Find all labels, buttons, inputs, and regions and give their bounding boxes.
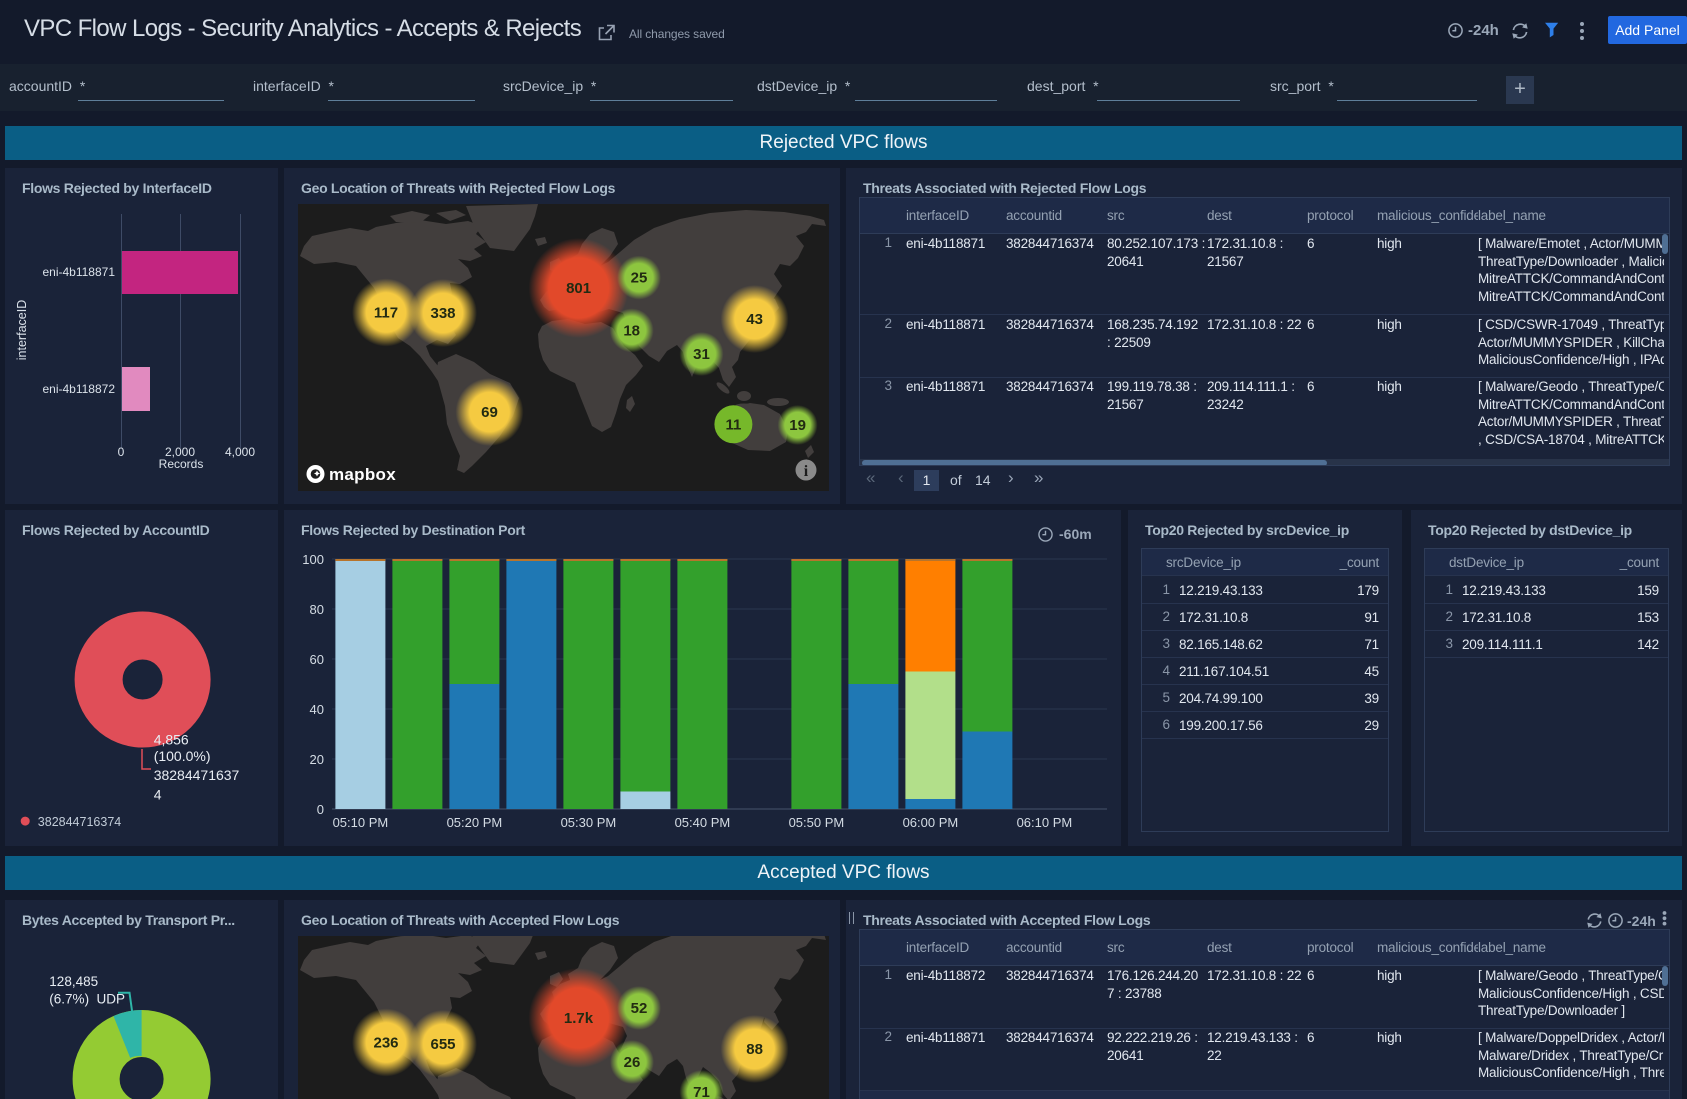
svg-text:71: 71: [693, 1084, 710, 1099]
svg-text:128,485: 128,485: [49, 974, 98, 989]
svg-text:06:00 PM: 06:00 PM: [903, 815, 959, 830]
svg-text:25: 25: [631, 270, 648, 287]
svg-text:05:20 PM: 05:20 PM: [447, 815, 503, 830]
svg-text:11: 11: [725, 416, 741, 433]
svg-text:80: 80: [310, 602, 324, 617]
svg-text:100: 100: [302, 552, 324, 567]
svg-text:4: 4: [154, 786, 162, 802]
svg-text:05:40 PM: 05:40 PM: [675, 815, 731, 830]
svg-text:eni-4b118871: eni-4b118871: [42, 265, 115, 279]
svg-text:(6.7%) UDP: (6.7%) UDP: [49, 992, 125, 1007]
svg-text:05:50 PM: 05:50 PM: [789, 815, 845, 830]
svg-text:1.7k: 1.7k: [564, 1010, 594, 1027]
svg-text:4,856: 4,856: [154, 732, 189, 748]
svg-text:655: 655: [430, 1036, 455, 1053]
svg-text:(100.0%): (100.0%): [154, 748, 211, 764]
svg-text:117: 117: [374, 305, 398, 322]
svg-text:88: 88: [746, 1041, 763, 1058]
svg-text:mapbox: mapbox: [329, 465, 396, 484]
svg-text:382844716374: 382844716374: [38, 815, 121, 829]
svg-text:60: 60: [310, 652, 324, 667]
svg-text:31: 31: [693, 346, 710, 363]
svg-text:eni-4b118872: eni-4b118872: [42, 382, 115, 396]
svg-text:338: 338: [430, 305, 455, 322]
svg-text:4,000: 4,000: [225, 445, 255, 459]
svg-text:0: 0: [317, 802, 324, 817]
svg-text:801: 801: [566, 280, 591, 297]
svg-text:40: 40: [310, 702, 324, 717]
svg-text:52: 52: [631, 1000, 648, 1017]
svg-text:26: 26: [624, 1054, 641, 1071]
svg-text:Records: Records: [159, 457, 204, 471]
svg-text:18: 18: [623, 322, 640, 339]
svg-text:0: 0: [118, 445, 125, 459]
svg-text:05:30 PM: 05:30 PM: [561, 815, 617, 830]
svg-text:19: 19: [789, 417, 806, 434]
svg-text:i: i: [804, 463, 809, 480]
svg-text:69: 69: [481, 404, 498, 421]
svg-text:05:10 PM: 05:10 PM: [333, 815, 389, 830]
svg-text:20: 20: [310, 752, 324, 767]
svg-text:38284471637: 38284471637: [154, 767, 240, 783]
svg-text:236: 236: [373, 1035, 398, 1052]
svg-text:06:10 PM: 06:10 PM: [1017, 815, 1073, 830]
svg-text:interfaceID: interfaceID: [15, 300, 29, 360]
svg-text:43: 43: [746, 311, 763, 328]
